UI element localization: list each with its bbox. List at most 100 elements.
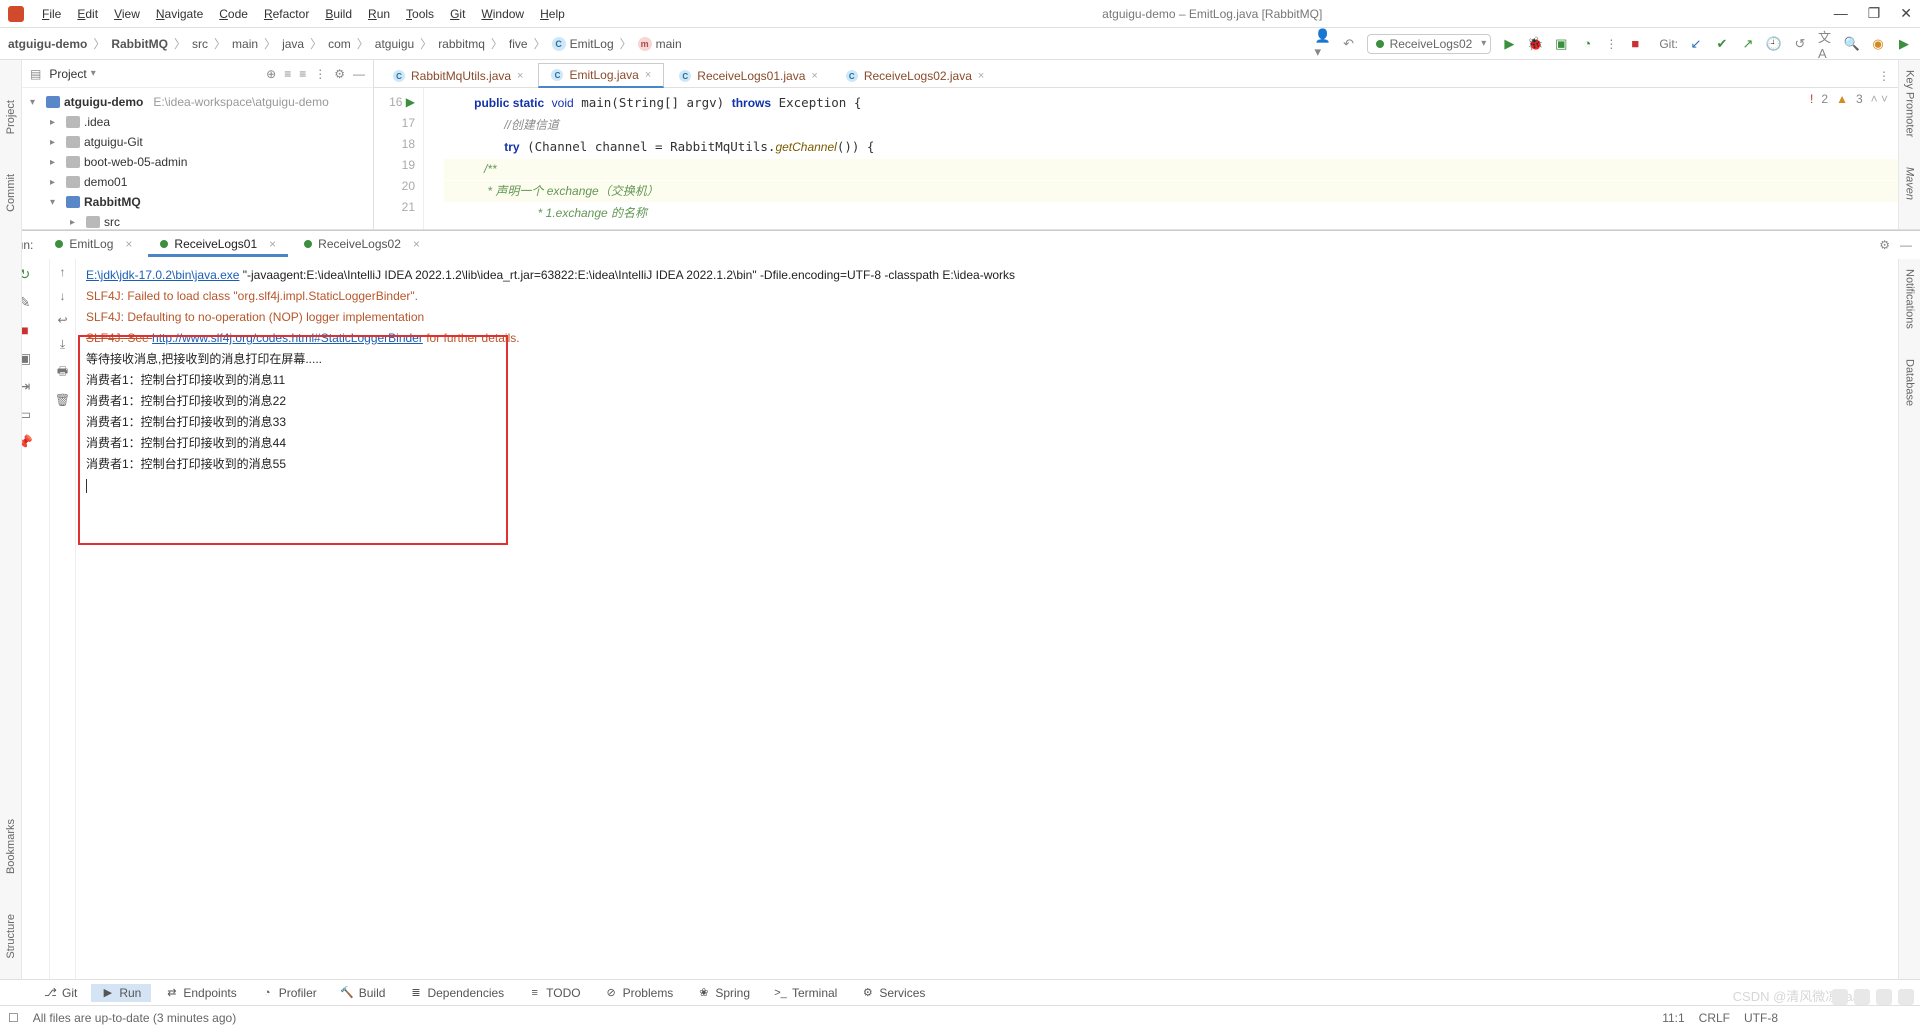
- line-separator[interactable]: CRLF: [1699, 1011, 1730, 1025]
- vcs-push-icon[interactable]: ↗: [1740, 36, 1756, 52]
- user-icon[interactable]: 👤▾: [1315, 36, 1331, 52]
- crumb-part[interactable]: rabbitmq: [438, 37, 485, 51]
- run-settings-icon[interactable]: ⚙: [1879, 238, 1890, 252]
- tree-item-demo01[interactable]: ▸demo01: [22, 172, 373, 192]
- crumb-part[interactable]: java: [282, 37, 304, 51]
- close-button[interactable]: ✕: [1900, 5, 1912, 22]
- menu-view[interactable]: View: [108, 5, 146, 23]
- locate-icon[interactable]: ⊕: [266, 67, 276, 81]
- tree-item-boot-web-05-admin[interactable]: ▸boot-web-05-admin: [22, 152, 373, 172]
- hide-pane-icon[interactable]: —: [353, 67, 365, 81]
- menu-file[interactable]: File: [36, 5, 67, 23]
- menu-git[interactable]: Git: [444, 5, 471, 23]
- run-tab-ReceiveLogs01[interactable]: ReceiveLogs01×: [148, 234, 288, 257]
- menu-window[interactable]: Window: [475, 5, 530, 23]
- project-tree[interactable]: ▾ atguigu-demo E:\idea-workspace\atguigu…: [22, 88, 373, 229]
- print-icon[interactable]: 🖶: [57, 362, 68, 383]
- menu-edit[interactable]: Edit: [71, 5, 104, 23]
- crumb-module[interactable]: RabbitMQ: [111, 37, 168, 51]
- close-run-tab-icon[interactable]: ×: [269, 237, 276, 251]
- console-cmd-link[interactable]: E:\jdk\jdk-17.0.2\bin\java.exe: [86, 268, 239, 282]
- crumb-project[interactable]: atguigu-demo: [8, 37, 87, 51]
- editor-tab-EmitLog.java[interactable]: CEmitLog.java×: [538, 63, 664, 88]
- run-hide-icon[interactable]: —: [1900, 238, 1912, 252]
- close-tab-icon[interactable]: ×: [978, 70, 984, 82]
- debug-icon[interactable]: 🐞: [1527, 36, 1543, 52]
- editor-tab-ReceiveLogs01.java[interactable]: CReceiveLogs01.java×: [666, 64, 831, 87]
- menu-run[interactable]: Run: [362, 5, 396, 23]
- undo-icon[interactable]: ↶: [1341, 36, 1357, 52]
- side-key-promoter[interactable]: Key Promoter: [1904, 70, 1916, 137]
- side-commit[interactable]: Commit: [5, 174, 17, 212]
- soft-wrap-icon[interactable]: ↩: [57, 313, 67, 327]
- menu-build[interactable]: Build: [319, 5, 358, 23]
- crumb-part[interactable]: main: [232, 37, 258, 51]
- close-tab-icon[interactable]: ×: [645, 69, 651, 81]
- run-config-selector[interactable]: ReceiveLogs02: [1367, 34, 1492, 54]
- slf4j-link[interactable]: http://www.slf4j.org/codes.html#StaticLo…: [152, 331, 423, 345]
- tree-item-.idea[interactable]: ▸.idea: [22, 112, 373, 132]
- menu-tools[interactable]: Tools: [400, 5, 440, 23]
- bottom-todo[interactable]: ≡TODO: [518, 984, 590, 1002]
- stop-icon[interactable]: ■: [1627, 36, 1643, 52]
- vcs-update-icon[interactable]: ↙: [1688, 36, 1704, 52]
- profile-icon[interactable]: ◔: [1579, 36, 1595, 52]
- collapse-all-icon[interactable]: ≡: [299, 67, 306, 81]
- bottom-endpoints[interactable]: ⇄Endpoints: [155, 984, 246, 1002]
- close-run-tab-icon[interactable]: ×: [125, 237, 132, 251]
- bottom-terminal[interactable]: >_Terminal: [764, 984, 847, 1002]
- code-with-me-icon[interactable]: ▶: [1896, 36, 1912, 52]
- bottom-profiler[interactable]: ◔Profiler: [251, 984, 327, 1002]
- crumb-method[interactable]: main: [656, 37, 682, 51]
- vcs-history-icon[interactable]: 🕘: [1766, 36, 1782, 52]
- run-icon[interactable]: ▶: [1501, 36, 1517, 52]
- bottom-build[interactable]: 🔨Build: [331, 984, 396, 1002]
- menu-navigate[interactable]: Navigate: [150, 5, 209, 23]
- project-pane-title[interactable]: Project ▾: [49, 67, 95, 81]
- tree-item-atguigu-Git[interactable]: ▸atguigu-Git: [22, 132, 373, 152]
- down-icon[interactable]: ↓: [60, 289, 66, 303]
- minimize-button[interactable]: —: [1834, 5, 1848, 22]
- run-tab-ReceiveLogs02[interactable]: ReceiveLogs02×: [292, 234, 432, 256]
- scroll-end-icon[interactable]: ⤓: [60, 337, 65, 352]
- file-encoding[interactable]: UTF-8: [1744, 1011, 1778, 1025]
- crumb-part[interactable]: atguigu: [375, 37, 414, 51]
- ide-update-icon[interactable]: ◉: [1870, 36, 1886, 52]
- tree-root[interactable]: ▾ atguigu-demo E:\idea-workspace\atguigu…: [22, 92, 373, 112]
- vcs-rollback-icon[interactable]: ↺: [1792, 36, 1808, 52]
- bottom-run[interactable]: ▶Run: [91, 984, 151, 1002]
- bottom-dependencies[interactable]: ≣Dependencies: [399, 984, 514, 1002]
- side-notifications[interactable]: Notifications: [1904, 269, 1916, 329]
- gear-icon[interactable]: ⚙: [334, 67, 345, 81]
- crumb-part[interactable]: five: [509, 37, 528, 51]
- crumb-part[interactable]: com: [328, 37, 351, 51]
- bottom-services[interactable]: ⚙Services: [851, 984, 935, 1002]
- editor-tab-ReceiveLogs02.java[interactable]: CReceiveLogs02.java×: [833, 64, 998, 87]
- vcs-commit-icon[interactable]: ✔: [1714, 36, 1730, 52]
- side-bookmarks[interactable]: Bookmarks: [5, 819, 17, 874]
- side-project[interactable]: Project: [5, 100, 17, 134]
- editor-tab-RabbitMqUtils.java[interactable]: CRabbitMqUtils.java×: [380, 64, 536, 87]
- translate-icon[interactable]: 文A: [1818, 36, 1834, 52]
- run-tab-EmitLog[interactable]: EmitLog×: [43, 234, 144, 256]
- menu-refactor[interactable]: Refactor: [258, 5, 315, 23]
- expand-all-icon[interactable]: ≡: [284, 67, 291, 81]
- clear-icon[interactable]: 🗑: [55, 393, 70, 407]
- close-tab-icon[interactable]: ×: [517, 70, 523, 82]
- side-maven[interactable]: Maven: [1904, 167, 1916, 200]
- close-tab-icon[interactable]: ×: [811, 70, 817, 82]
- caret-position[interactable]: 11:1: [1662, 1011, 1684, 1025]
- show-options-icon[interactable]: ⋮: [314, 67, 326, 81]
- code-content[interactable]: public static void main(String[] argv) t…: [424, 88, 1898, 229]
- menu-help[interactable]: Help: [534, 5, 571, 23]
- maximize-button[interactable]: ❐: [1868, 5, 1881, 22]
- bottom-problems[interactable]: ⊘Problems: [595, 984, 684, 1002]
- inspection-widget[interactable]: !2 ▲3 ˄ ˅: [1810, 92, 1888, 106]
- search-icon[interactable]: 🔍: [1844, 36, 1860, 52]
- tree-item-RabbitMQ[interactable]: ▾RabbitMQ: [22, 192, 373, 212]
- crumb-part[interactable]: src: [192, 37, 208, 51]
- breadcrumb[interactable]: atguigu-demo〉 RabbitMQ〉 src〉main〉java〉co…: [8, 35, 682, 52]
- editor-tabs-more-icon[interactable]: ⋮: [1870, 65, 1898, 87]
- menu-code[interactable]: Code: [213, 5, 254, 23]
- close-run-tab-icon[interactable]: ×: [413, 237, 420, 251]
